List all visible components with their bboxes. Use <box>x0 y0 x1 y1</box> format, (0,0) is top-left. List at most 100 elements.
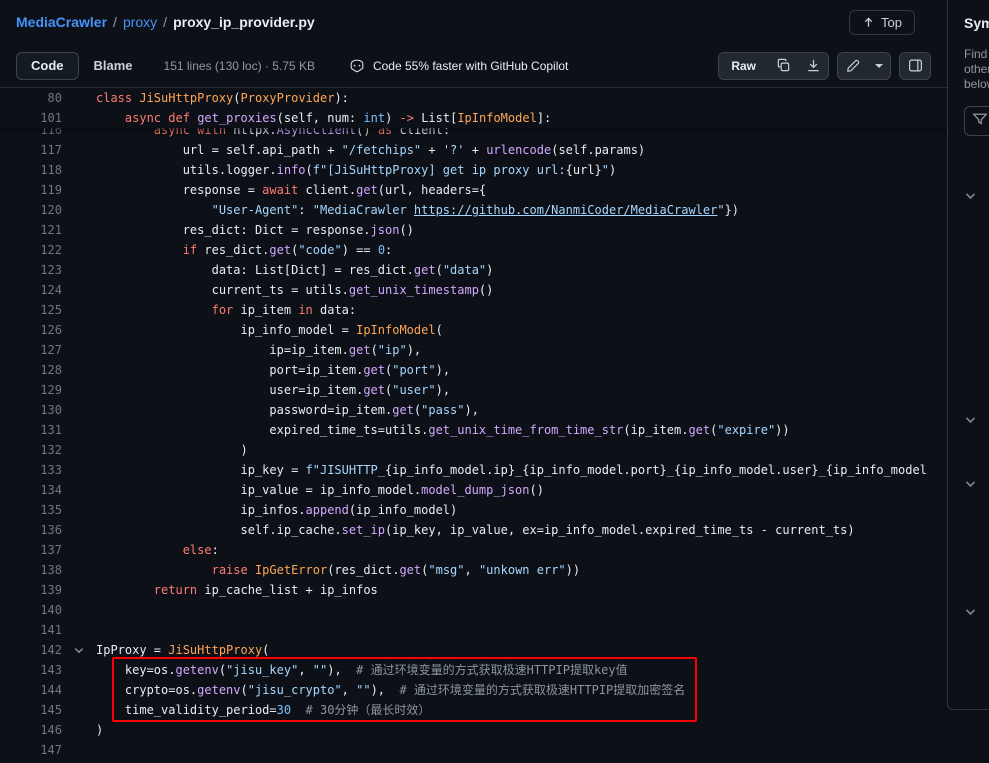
code-token: # 通过环境变量的方式获取极速HTTPIP提取加密签名 <box>399 683 685 697</box>
symbols-description-line: Find definitions and references for func… <box>964 47 989 62</box>
line-number[interactable]: 132 <box>0 440 62 460</box>
line-number[interactable]: 136 <box>0 520 62 540</box>
code-token: ), <box>436 383 450 397</box>
line-number[interactable]: 122 <box>0 240 62 260</box>
tab-code[interactable]: Code <box>16 52 79 80</box>
copy-button[interactable] <box>768 53 798 79</box>
line-number[interactable]: 124 <box>0 280 62 300</box>
line-number[interactable]: 119 <box>0 180 62 200</box>
line-number[interactable]: 134 <box>0 480 62 500</box>
code-token: }) <box>725 203 739 217</box>
edit-button[interactable] <box>838 53 868 79</box>
code-text: expired_time_ts=utils.get_unix_time_from… <box>96 420 947 440</box>
download-icon <box>806 58 821 73</box>
code-token: f"[JiSuHttpProxy] get ip proxy url: <box>313 163 566 177</box>
code-token: ]: <box>537 111 551 125</box>
code-token: JiSuHttpProxy <box>168 643 262 657</box>
code-text: ip_info_model = IpInfoModel( <box>96 320 947 340</box>
code-line: 123 data: List[Dict] = res_dict.get("dat… <box>0 260 947 280</box>
line-number[interactable]: 120 <box>0 200 62 220</box>
line-number[interactable]: 116 <box>0 128 62 140</box>
symbols-description-line: below. <box>964 77 989 92</box>
code-token: get <box>356 183 378 197</box>
raw-button[interactable]: Raw <box>719 53 768 79</box>
code-text: ) <box>96 440 947 460</box>
file-toolbar: Code Blame 151 lines (130 loc) · 5.75 KB… <box>0 44 947 88</box>
line-number[interactable]: 135 <box>0 500 62 520</box>
code-token: () <box>479 283 493 297</box>
line-number[interactable]: 147 <box>0 740 62 760</box>
code-line: 136 self.ip_cache.set_ip(ip_key, ip_valu… <box>0 520 947 540</box>
fold-spacer <box>62 620 96 640</box>
code-token: ( <box>371 343 378 357</box>
tree-expander-icon[interactable] <box>960 185 980 205</box>
code-token <box>248 563 255 577</box>
line-number[interactable]: 145 <box>0 700 62 720</box>
line-number[interactable]: 126 <box>0 320 62 340</box>
code-token: (res_dict. <box>327 563 399 577</box>
fold-chevron-icon[interactable] <box>62 640 96 660</box>
line-number[interactable]: 101 <box>0 108 62 128</box>
code-line: 80class JiSuHttpProxy(ProxyProvider): <box>0 88 947 108</box>
line-number[interactable]: 125 <box>0 300 62 320</box>
line-number[interactable]: 129 <box>0 380 62 400</box>
line-number[interactable]: 140 <box>0 600 62 620</box>
filter-symbols-input[interactable] <box>964 106 989 136</box>
line-number[interactable]: 123 <box>0 260 62 280</box>
line-number[interactable]: 142 <box>0 640 62 660</box>
line-number[interactable]: 127 <box>0 340 62 360</box>
line-number[interactable]: 143 <box>0 660 62 680</box>
tree-expander-icon[interactable] <box>960 473 980 493</box>
line-number[interactable]: 144 <box>0 680 62 700</box>
scroll-to-top-button[interactable]: Top <box>849 10 915 35</box>
line-number[interactable]: 130 <box>0 400 62 420</box>
code-token: user=ip_item. <box>96 383 363 397</box>
tab-blame[interactable]: Blame <box>79 52 148 80</box>
tree-expander-icon[interactable] <box>960 601 980 621</box>
breadcrumb-repo-link[interactable]: MediaCrawler <box>16 14 107 30</box>
download-button[interactable] <box>798 53 828 79</box>
fold-spacer <box>62 240 96 260</box>
line-number[interactable]: 138 <box>0 560 62 580</box>
code-token: "MediaCrawler <box>313 203 414 217</box>
code-token: ( <box>262 643 269 657</box>
code-token <box>96 583 154 597</box>
code-text <box>96 740 947 760</box>
fold-spacer <box>62 700 96 720</box>
edit-dropdown-button[interactable] <box>868 53 890 79</box>
copilot-banner[interactable]: Code 55% faster with GitHub Copilot <box>349 58 568 74</box>
code-token: ) <box>96 723 103 737</box>
fold-spacer <box>62 580 96 600</box>
code-token: else <box>183 543 212 557</box>
symbols-panel-toggle-button[interactable] <box>900 53 930 79</box>
line-number[interactable]: 121 <box>0 220 62 240</box>
line-number[interactable]: 139 <box>0 580 62 600</box>
line-number[interactable]: 118 <box>0 160 62 180</box>
line-number[interactable]: 128 <box>0 360 62 380</box>
code-lines: 117 url = self.api_path + "/fetchips" + … <box>0 140 947 760</box>
code-token <box>291 703 305 717</box>
code-line: 118 utils.logger.info(f"[JiSuHttpProxy] … <box>0 160 947 180</box>
code-token: get <box>363 383 385 397</box>
line-number[interactable]: 131 <box>0 420 62 440</box>
code-token: async <box>125 111 161 125</box>
code-token: "code" <box>298 243 341 257</box>
line-number[interactable]: 146 <box>0 720 62 740</box>
code-token: f"JISUHTTP_ <box>306 463 385 477</box>
line-number[interactable]: 141 <box>0 620 62 640</box>
toolbar-right: Raw <box>718 52 931 80</box>
line-number[interactable]: 80 <box>0 88 62 108</box>
symbols-panel-description: Find definitions and references for func… <box>964 47 989 92</box>
code-token: IpInfoModel <box>356 323 435 337</box>
code-line: 133 ip_key = f"JISUHTTP_{ip_info_model.i… <box>0 460 947 480</box>
breadcrumb-folder-link[interactable]: proxy <box>123 14 157 30</box>
tree-expander-icon[interactable] <box>960 409 980 429</box>
code-token: get_unix_time_from_time_str <box>428 423 623 437</box>
line-number[interactable]: 133 <box>0 460 62 480</box>
line-number[interactable]: 117 <box>0 140 62 160</box>
code-token: with <box>197 128 226 137</box>
line-number[interactable]: 137 <box>0 540 62 560</box>
code-token: in <box>298 303 312 317</box>
code-text: current_ts = utils.get_unix_timestamp() <box>96 280 947 300</box>
fold-spacer <box>62 380 96 400</box>
